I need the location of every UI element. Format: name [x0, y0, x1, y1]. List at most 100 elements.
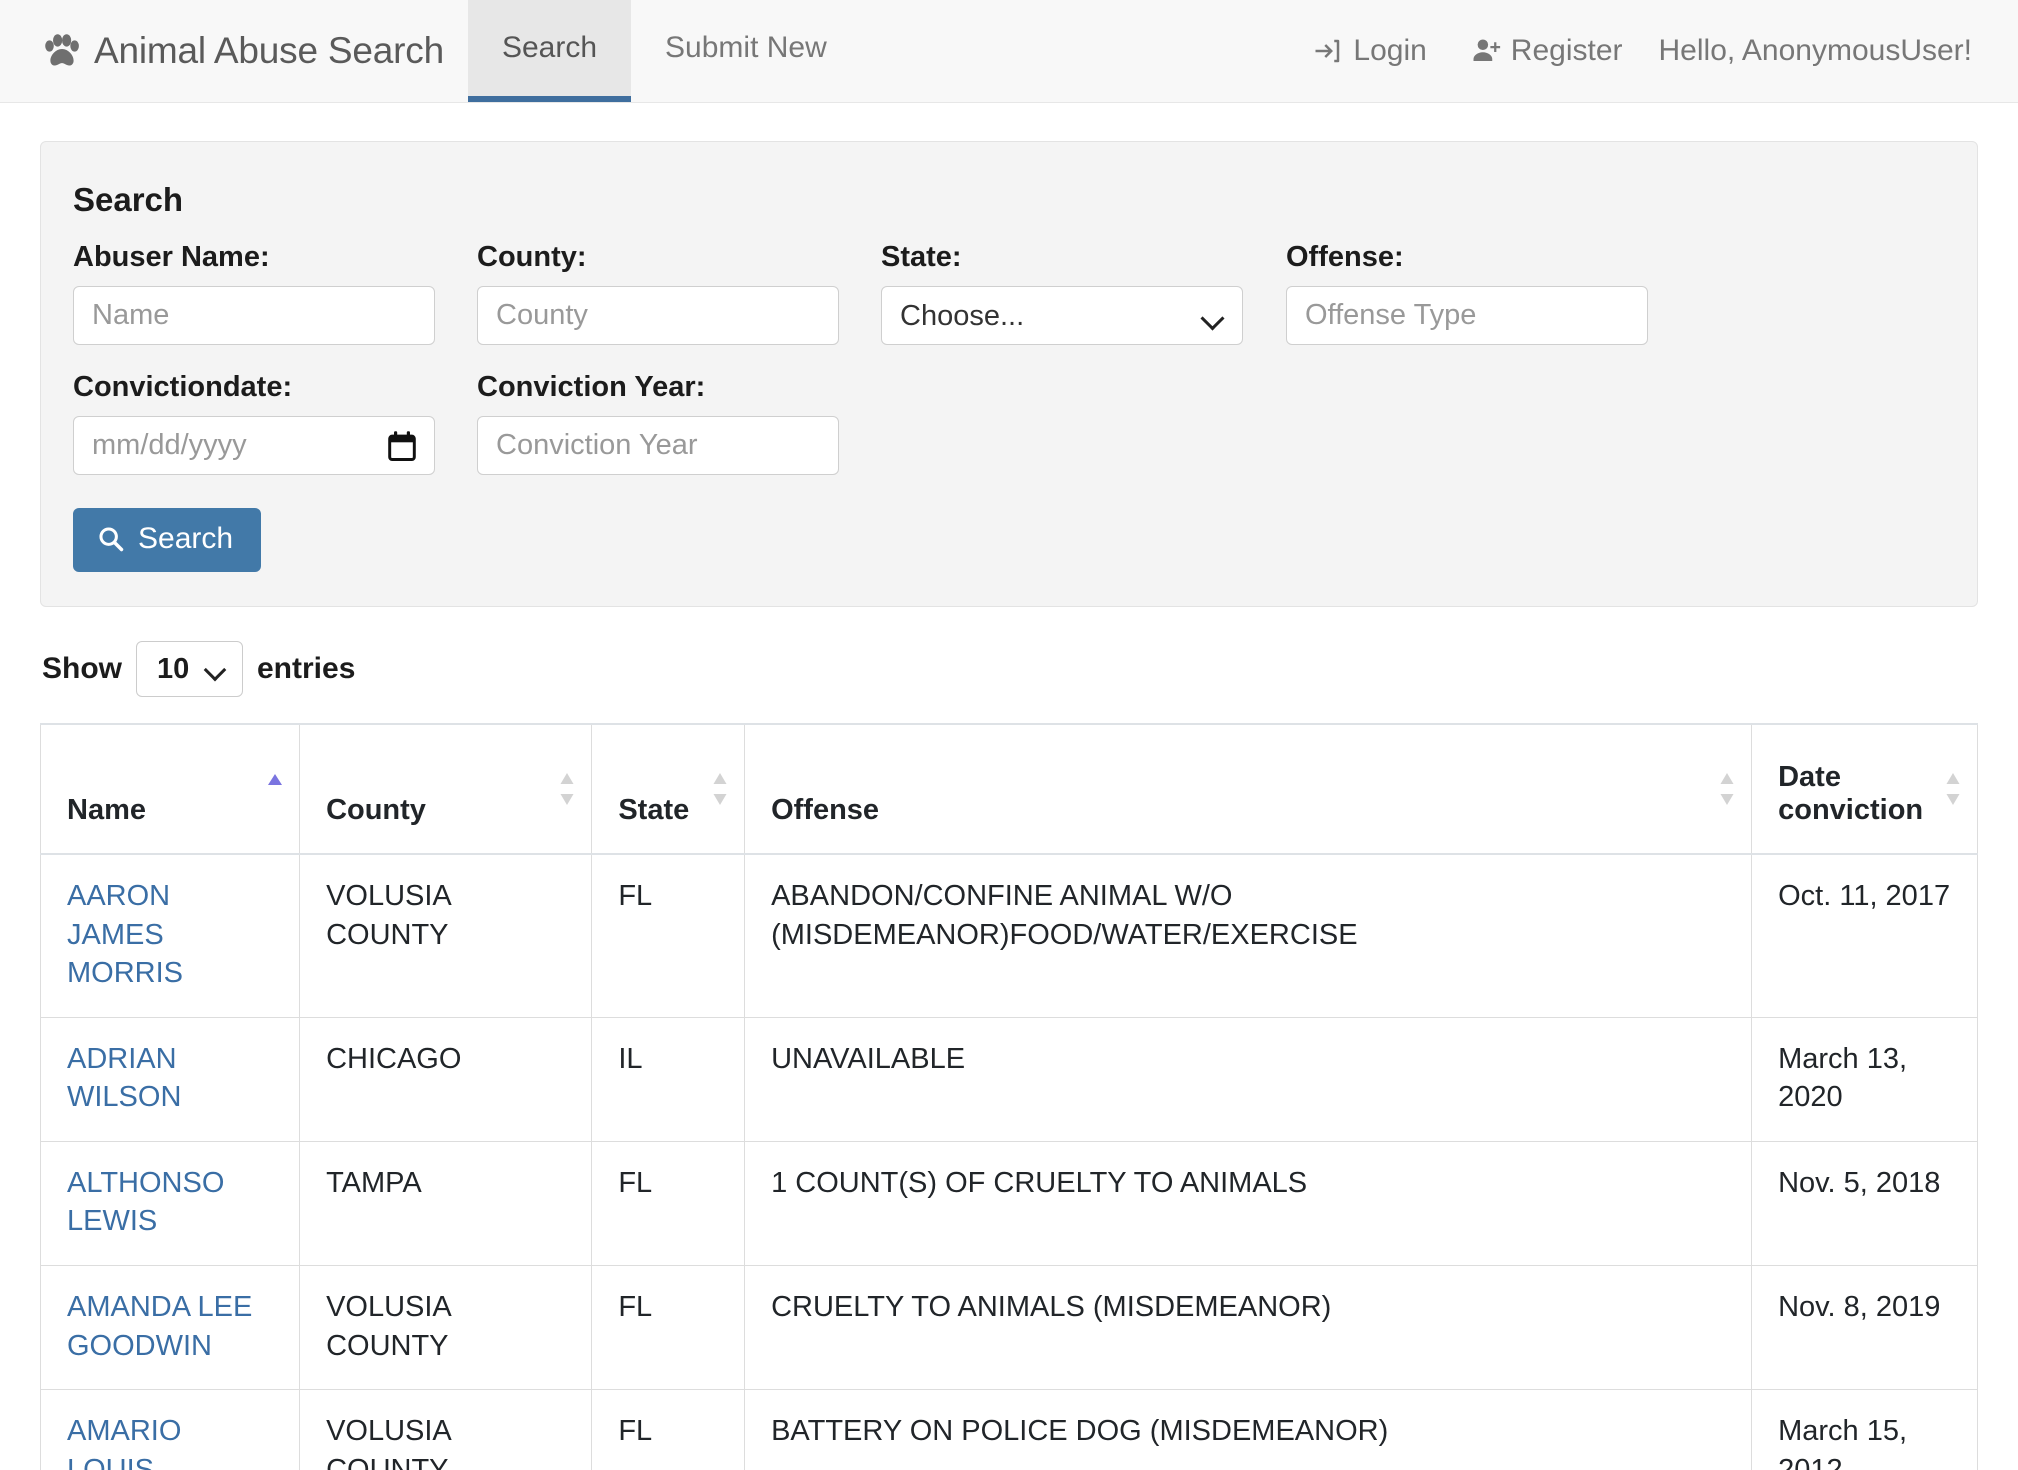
offense-label: Offense:: [1286, 241, 1404, 273]
entries-suffix-label: entries: [257, 652, 356, 685]
results-table-body: AARON JAMES MORRIS VOLUSIA COUNTY FL ABA…: [39, 853, 1978, 1470]
top-navbar: Animal Abuse Search Search Submit New Lo…: [0, 0, 2018, 103]
column-label-date-conviction: Date conviction: [1778, 761, 1924, 826]
search-panel: Search Abuser Name: County: State: Choos…: [40, 141, 1978, 607]
search-form-row-2: Convictiondate: Conviction Year:: [71, 371, 1947, 475]
sort-both-icon: [1720, 773, 1734, 805]
search-submit-label: Search: [138, 522, 234, 555]
table-row: AMANDA LEE GOODWIN VOLUSIA COUNTY FL CRU…: [39, 1264, 1978, 1391]
column-label-offense: Offense: [771, 794, 880, 826]
abuser-name-input[interactable]: [73, 286, 435, 345]
field-offense: Offense:: [1286, 241, 1648, 345]
tab-submit-new[interactable]: Submit New: [631, 0, 861, 102]
state-label: State:: [881, 241, 962, 273]
state-select-wrapper: Choose...: [881, 286, 1243, 345]
state-select[interactable]: Choose...: [881, 286, 1243, 345]
sort-both-icon: [1946, 773, 1960, 805]
abuser-name-link[interactable]: AMANDA LEE GOODWIN: [67, 1291, 252, 1362]
cell-name: ALTHONSO LEWIS: [39, 1140, 301, 1266]
cell-offense: BATTERY ON POLICE DOG (MISDEMEANOR): [744, 1389, 1753, 1470]
search-panel-title: Search: [73, 181, 184, 218]
results-table: Name County State Offense Date convictio…: [39, 723, 1978, 1470]
search-form-row-1: Abuser Name: County: State: Choose... Of…: [71, 241, 1947, 345]
cell-date: Nov. 8, 2019: [1751, 1264, 1978, 1391]
cell-offense: 1 COUNT(S) OF CRUELTY TO ANIMALS: [744, 1140, 1753, 1266]
field-conviction-year: Conviction Year:: [477, 371, 839, 475]
paw-icon: [45, 34, 79, 66]
results-header-row: Name County State Offense Date convictio…: [39, 723, 1978, 855]
page-size-wrapper: 10: [136, 641, 243, 697]
cell-name: AMARIO LOUIS DEMPSEY: [39, 1389, 301, 1470]
user-plus-icon: [1473, 39, 1500, 61]
cell-offense: CRUELTY TO ANIMALS (MISDEMEANOR): [744, 1264, 1753, 1391]
sort-both-icon: [713, 773, 727, 805]
table-row: ADRIAN WILSON CHICAGO IL UNAVAILABLE Mar…: [39, 1016, 1978, 1142]
cell-county: CHICAGO: [299, 1016, 593, 1142]
cell-state: IL: [591, 1016, 746, 1142]
field-conviction-date: Convictiondate:: [73, 371, 435, 475]
table-row: AARON JAMES MORRIS VOLUSIA COUNTY FL ABA…: [39, 853, 1978, 1018]
cell-state: FL: [591, 853, 746, 1018]
conviction-date-wrapper: [73, 416, 435, 475]
cell-state: FL: [591, 1264, 746, 1391]
brand-link[interactable]: Animal Abuse Search: [0, 0, 468, 102]
cell-state: FL: [591, 1389, 746, 1470]
nav-tabs: Search Submit New: [467, 0, 861, 102]
cell-date: March 15, 2012: [1751, 1389, 1978, 1470]
abuser-name-link[interactable]: ALTHONSO LEWIS: [67, 1167, 224, 1238]
column-header-offense[interactable]: Offense: [744, 723, 1753, 855]
abuser-name-link[interactable]: ADRIAN WILSON: [67, 1043, 181, 1114]
login-link[interactable]: Login: [1291, 34, 1448, 68]
conviction-year-input[interactable]: [477, 416, 839, 475]
county-label: County:: [477, 241, 587, 273]
show-prefix-label: Show: [42, 652, 122, 685]
cell-name: ADRIAN WILSON: [39, 1016, 301, 1142]
sign-in-icon: [1315, 39, 1340, 63]
column-label-name: Name: [67, 794, 146, 826]
tab-search[interactable]: Search: [467, 0, 632, 102]
entries-length-control: Show 10 entries: [42, 641, 2018, 697]
county-input[interactable]: [477, 286, 839, 345]
cell-county: VOLUSIA COUNTY: [299, 1264, 593, 1391]
column-header-state[interactable]: State: [591, 723, 746, 855]
cell-offense: ABANDON/CONFINE ANIMAL W/O (MISDEMEANOR)…: [744, 853, 1753, 1018]
search-submit-button[interactable]: Search: [73, 508, 262, 572]
results-table-wrapper: Name County State Offense Date convictio…: [39, 723, 1978, 1470]
column-header-name[interactable]: Name: [39, 723, 301, 855]
table-row: ALTHONSO LEWIS TAMPA FL 1 COUNT(S) OF CR…: [39, 1140, 1978, 1266]
magnifier-icon: [99, 527, 124, 552]
cell-date: Nov. 5, 2018: [1751, 1140, 1978, 1266]
column-header-county[interactable]: County: [299, 723, 593, 855]
conviction-date-label: Convictiondate:: [73, 371, 293, 403]
abuser-name-label: Abuser Name:: [73, 241, 270, 273]
column-label-state: State: [618, 794, 690, 826]
column-label-county: County: [326, 794, 426, 826]
nav-right-group: Login Register Hello, AnonymousUser!: [1291, 0, 2018, 102]
login-label: Login: [1353, 34, 1427, 67]
field-abuser-name: Abuser Name:: [73, 241, 435, 345]
page-size-select[interactable]: 10: [136, 641, 243, 697]
cell-state: FL: [591, 1140, 746, 1266]
abuser-name-link[interactable]: AMARIO LOUIS DEMPSEY: [67, 1415, 209, 1470]
cell-county: VOLUSIA COUNTY: [299, 853, 593, 1018]
cell-name: AARON JAMES MORRIS: [39, 853, 301, 1018]
sort-ascending-icon: [268, 774, 283, 785]
register-label: Register: [1510, 34, 1623, 67]
table-row: AMARIO LOUIS DEMPSEY VOLUSIA COUNTY FL B…: [39, 1389, 1978, 1470]
brand-label: Animal Abuse Search: [94, 30, 444, 71]
cell-offense: UNAVAILABLE: [744, 1016, 1753, 1142]
column-header-date-conviction[interactable]: Date conviction: [1751, 723, 1978, 855]
conviction-year-label: Conviction Year:: [477, 371, 706, 403]
offense-input[interactable]: [1286, 286, 1648, 345]
conviction-date-input[interactable]: [73, 416, 435, 475]
cell-county: TAMPA: [299, 1140, 593, 1266]
results-table-head: Name County State Offense Date convictio…: [39, 723, 1978, 855]
abuser-name-link[interactable]: AARON JAMES MORRIS: [67, 880, 183, 989]
user-greeting: Hello, AnonymousUser!: [1658, 34, 1972, 67]
cell-name: AMANDA LEE GOODWIN: [39, 1264, 301, 1391]
field-state: State: Choose...: [881, 241, 1243, 345]
cell-date: Oct. 11, 2017: [1751, 853, 1978, 1018]
register-link[interactable]: Register: [1449, 34, 1645, 68]
sort-both-icon: [560, 773, 574, 805]
field-county: County:: [477, 241, 839, 345]
